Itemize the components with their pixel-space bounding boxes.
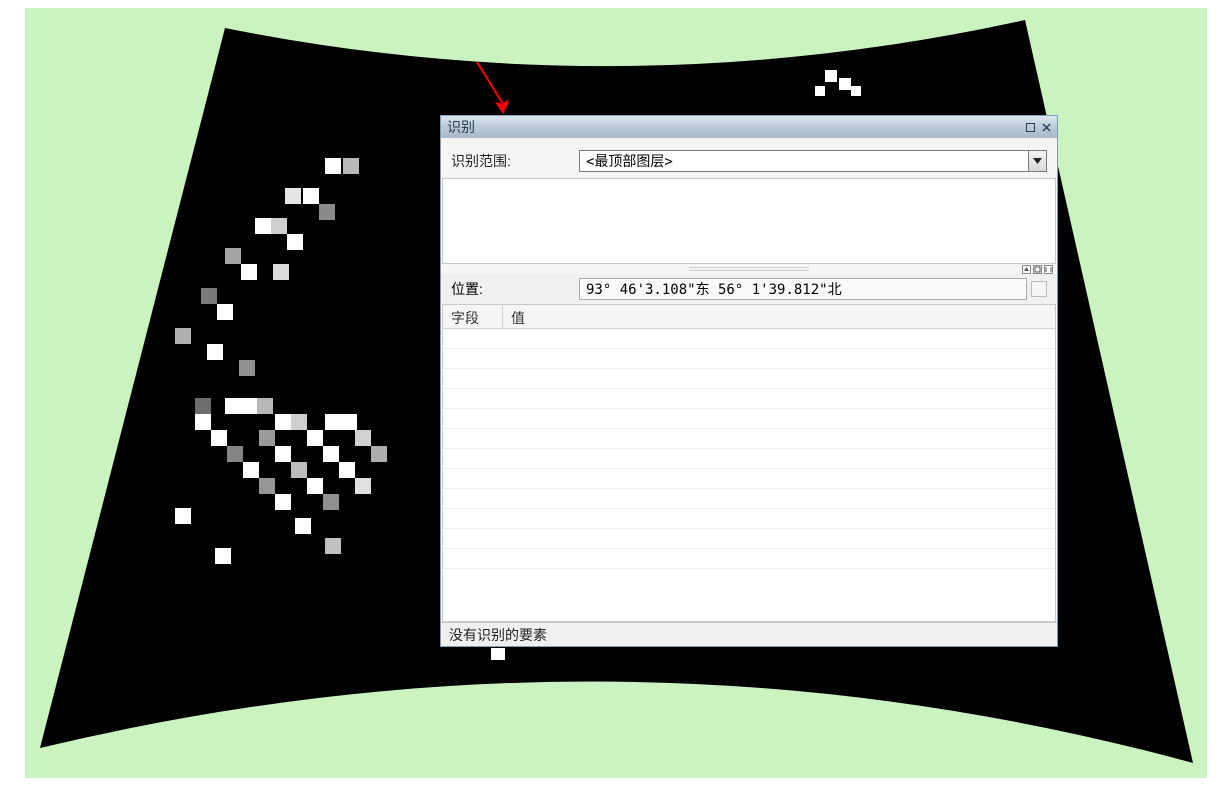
annotation-arrow (473, 58, 513, 116)
table-row (443, 529, 1055, 549)
attribute-grid[interactable]: 字段 值 (442, 304, 1056, 622)
table-row (443, 329, 1055, 349)
identify-from-row: 识别范围: <最顶部图层> (441, 138, 1057, 178)
location-value: 93° 46'3.108"东 56° 1'39.812"北 (586, 279, 842, 299)
status-text: 没有识别的要素 (449, 625, 547, 645)
dialog-title: 识别 (447, 117, 1021, 137)
maximize-icon[interactable] (1023, 120, 1037, 134)
table-row (443, 349, 1055, 369)
identify-dialog: 识别 识别范围: <最顶部图层> (440, 115, 1058, 647)
grid-header: 字段 值 (443, 305, 1055, 329)
flash-location-icon[interactable] (1031, 281, 1047, 297)
table-row (443, 389, 1055, 409)
table-row (443, 409, 1055, 429)
expand-horizontal-icon[interactable] (1033, 265, 1042, 274)
identify-from-value: <最顶部图层> (580, 151, 1028, 171)
collapse-up-icon[interactable] (1022, 265, 1031, 274)
expand-vertical-icon[interactable] (1044, 265, 1053, 274)
identify-tree[interactable] (442, 178, 1056, 264)
table-row (443, 509, 1055, 529)
table-row (443, 449, 1055, 469)
status-bar: 没有识别的要素 (441, 622, 1057, 646)
identify-from-label: 识别范围: (451, 151, 579, 171)
splitter-gripper[interactable] (689, 267, 809, 271)
table-row (443, 429, 1055, 449)
grid-header-field[interactable]: 字段 (443, 305, 503, 328)
grid-header-value[interactable]: 值 (503, 305, 1055, 328)
table-row (443, 369, 1055, 389)
grid-rows (443, 329, 1055, 569)
table-row (443, 469, 1055, 489)
location-label: 位置: (451, 279, 579, 299)
table-row (443, 489, 1055, 509)
location-row: 位置: 93° 46'3.108"东 56° 1'39.812"北 (441, 274, 1057, 304)
close-icon[interactable] (1039, 120, 1053, 134)
table-row (443, 549, 1055, 569)
location-input[interactable]: 93° 46'3.108"东 56° 1'39.812"北 (579, 278, 1027, 300)
splitter-bar[interactable] (441, 264, 1057, 274)
identify-from-dropdown[interactable]: <最顶部图层> (579, 150, 1047, 172)
chevron-down-icon[interactable] (1028, 151, 1046, 171)
dialog-titlebar[interactable]: 识别 (441, 116, 1057, 138)
map-canvas[interactable]: 识别 识别范围: <最顶部图层> (25, 8, 1207, 778)
